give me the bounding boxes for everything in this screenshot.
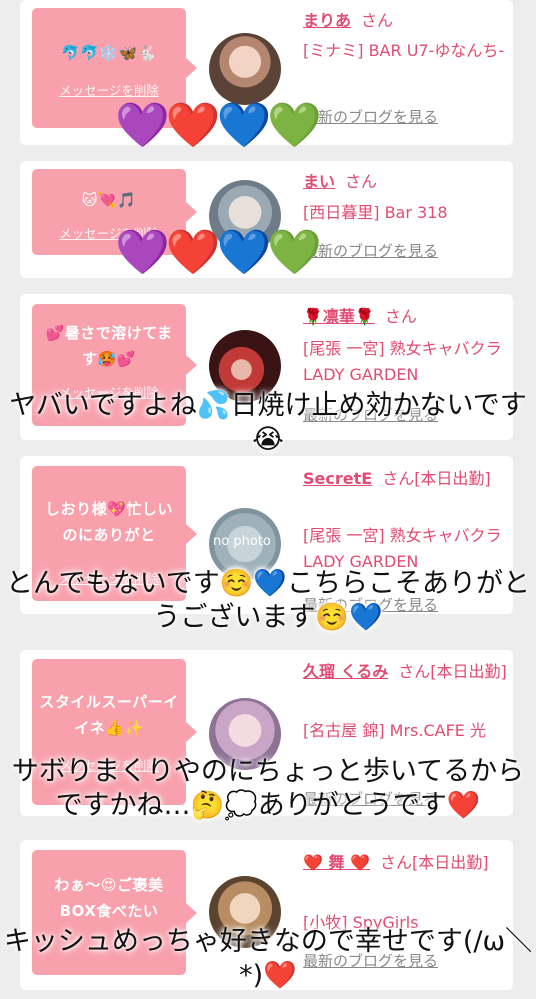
name-line: まりあ さん [303,8,508,34]
shop-name: [尾張 一宮] 熟女キャバクラ LADY GARDEN [303,339,502,384]
message-text: 🐱💘🎵 [81,191,137,209]
reply-overlay-text: サボりまくりやのにちょっと歩いてるからですかね…🤔💭ありがとうです❤️ [11,756,525,821]
heart-reactions: 💜❤️💙💚 [115,227,322,278]
user-name-link[interactable]: 久瑠 くるみ [303,662,388,681]
message-text: わぁ〜😍ご褒美BOX食べたい [54,876,164,920]
latest-blog-link[interactable]: 最新のブログを見る [303,240,438,261]
honorific: さん [384,307,417,326]
message-text: スタイルスーパーイイネ👍✨ [39,693,179,737]
name-line: SecretE さん[本日出勤] [303,466,508,492]
message-text: 💕暑さで溶けてます🥵💕 [45,324,173,368]
name-line: ❤️ 舞 ❤️ さん[本日出勤] [303,850,508,876]
reply-overlay-text: ヤバいですよね💦日焼け止め効かないです😭 [9,390,527,455]
no-photo-label: no photo [213,534,271,549]
honorific: さん [345,172,378,191]
user-name-link[interactable]: SecretE [303,469,372,488]
latest-blog-link[interactable]: 最新のブログを見る [303,106,438,127]
honorific: さん[本日出勤] [382,469,491,488]
honorific: さん[本日出勤] [398,662,507,681]
avatar[interactable] [209,33,281,105]
shop-name: [名古屋 錦] Mrs.CAFE 光 [303,721,486,740]
user-name-link[interactable]: まりあ [303,11,351,30]
shop-name: [ミナミ] BAR U7-ゆなんち- [303,41,505,60]
message-text: 🐬🐬❄️🦋🐇 [61,44,157,62]
name-line: 🌹凛華🌹 さん [303,304,508,330]
reply-overlay-text: キッシュめっちゃ好きなので幸せです(/ω＼*)❤️ [3,926,533,991]
honorific: さん [361,11,394,30]
honorific: さん[本日出勤] [380,853,489,872]
heart-reactions: 💜❤️💙💚 [115,100,322,151]
user-name-link[interactable]: まい [303,172,335,191]
user-name-link[interactable]: 🌹凛華🌹 [303,307,375,326]
name-line: 久瑠 くるみ さん[本日出勤] [303,659,508,685]
user-name-link[interactable]: ❤️ 舞 ❤️ [303,853,370,872]
reply-overlay-text: とんでもないです☺️💙こちらこそありがとうございます☺️💙 [5,568,531,633]
message-text: しおり様💖忙しいのにありがと [45,500,173,544]
name-line: まい さん [303,169,508,195]
shop-name: [西日暮里] Bar 318 [303,203,448,222]
delete-message-link[interactable]: メッセージを削除 [38,80,180,99]
